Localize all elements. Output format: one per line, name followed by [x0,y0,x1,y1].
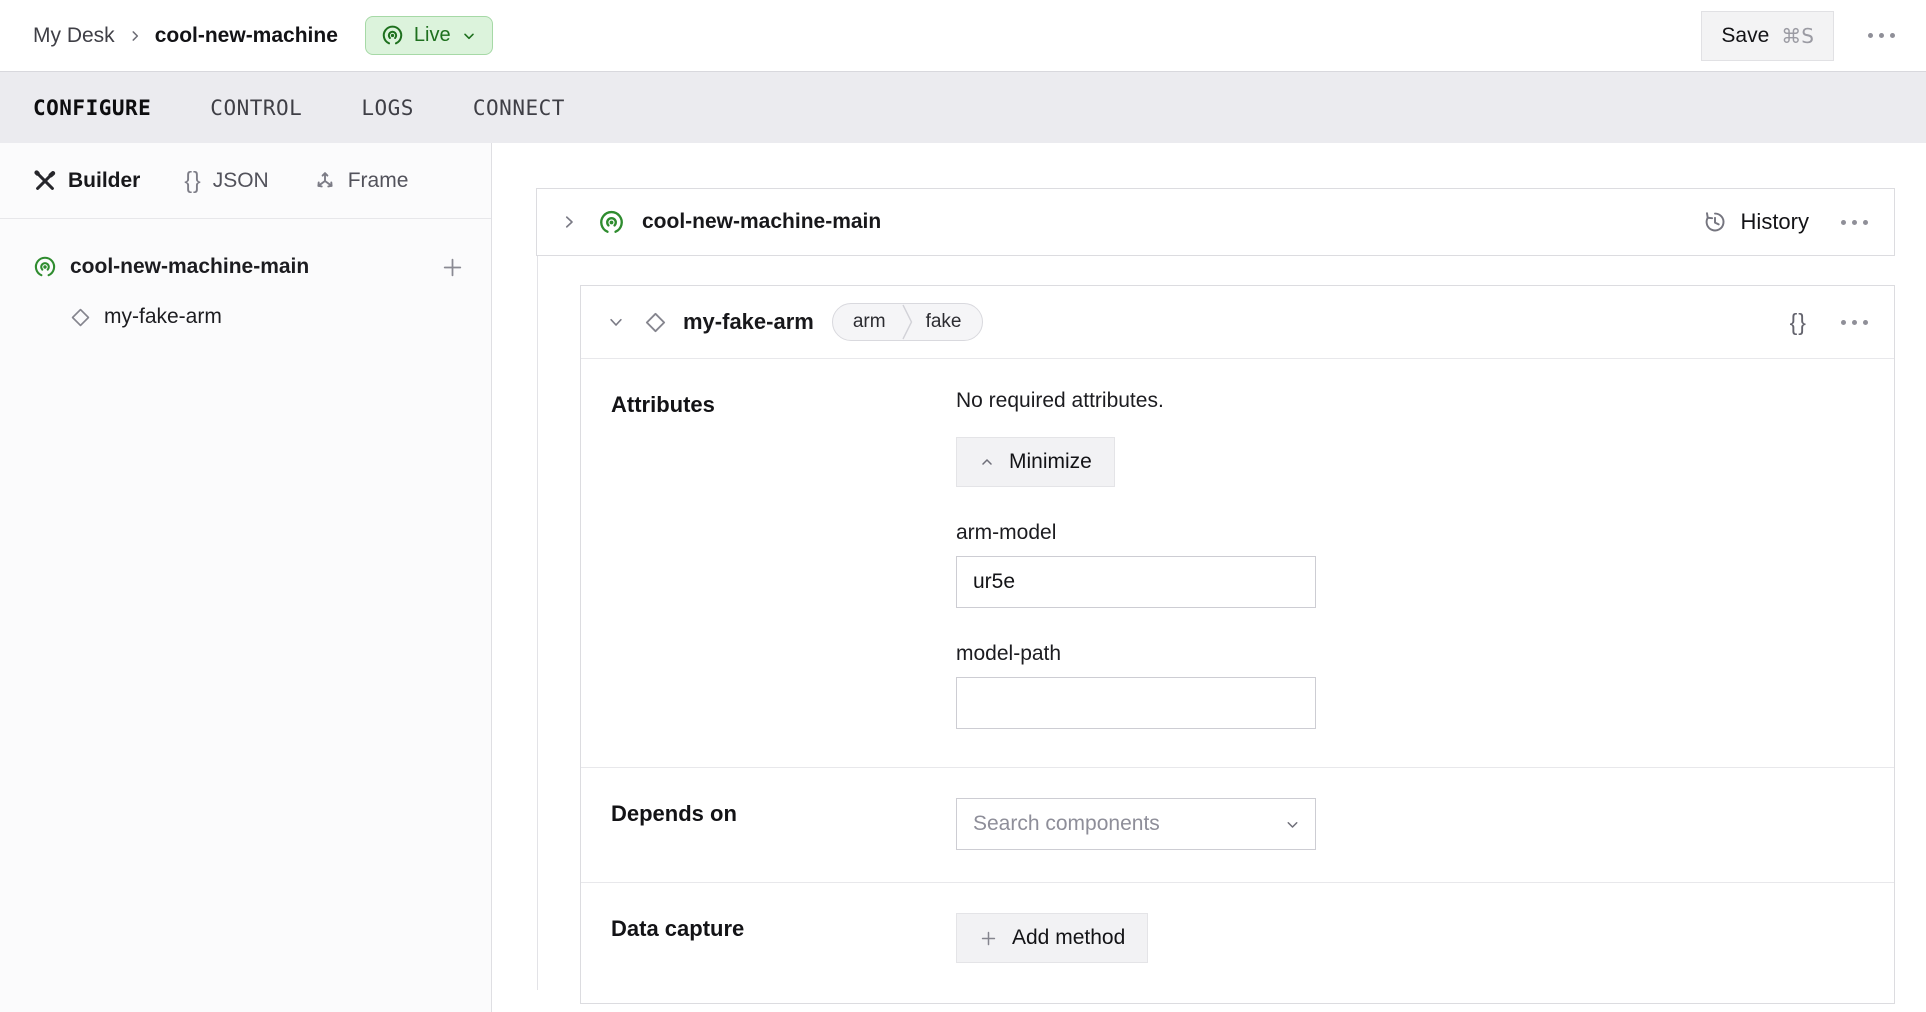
field-arm-model: arm-model [956,521,1864,608]
tab-connect[interactable]: CONNECT [473,96,565,120]
tab-configure[interactable]: CONFIGURE [33,96,151,120]
attributes-section: Attributes No required attributes. Minim… [581,359,1894,767]
view-tab-frame[interactable]: Frame [313,169,409,193]
machine-config-page: My Desk cool-new-machine Live Save [0,0,1926,1012]
viam-live-icon [381,24,404,47]
breadcrumb: My Desk cool-new-machine [33,24,338,48]
view-tab-builder-label: Builder [68,169,140,193]
braces-icon: {} [184,167,201,194]
tree-item-machine-part-label: cool-new-machine-main [70,255,309,279]
view-tab-builder[interactable]: Builder [33,169,140,193]
tools-icon [33,169,57,193]
status-chevron-down-icon [461,28,477,44]
badge-divider-chevron-icon [902,304,913,340]
minimize-button[interactable]: Minimize [956,437,1115,487]
view-tab-json-label: JSON [213,169,269,193]
depends-on-heading: Depends on [611,798,956,850]
arm-model-label: arm-model [956,521,1864,545]
save-button[interactable]: Save ⌘S [1701,11,1834,61]
breadcrumb-current: cool-new-machine [155,24,338,48]
config-sidebar: Builder {} JSON Frame [0,143,492,1012]
add-method-button[interactable]: Add method [956,913,1148,963]
component-model-badge: fake [913,311,982,333]
history-clock-icon [1702,209,1728,235]
arm-model-input[interactable] [956,556,1316,608]
depends-on-section: Depends on Search components [581,767,1894,882]
machine-part-card: cool-new-machine-main History [536,188,1895,256]
field-model-path: model-path [956,642,1864,729]
view-tab-json[interactable]: {} JSON [184,167,268,194]
model-path-input[interactable] [956,677,1316,729]
frame-axes-icon [313,169,337,193]
component-card-my-fake-arm: my-fake-arm arm fake {} Attr [580,285,1895,1004]
component-tree: cool-new-machine-main my-fake-arm [0,219,491,342]
primary-tabbar: CONFIGURE CONTROL LOGS CONNECT [0,71,1926,143]
breadcrumb-chevron-icon [128,29,142,43]
depends-on-placeholder: Search components [973,812,1160,836]
add-method-button-label: Add method [1012,926,1125,950]
select-chevron-down-icon [1284,816,1301,833]
machine-part-title: cool-new-machine-main [642,210,881,234]
sidebar-view-switcher: Builder {} JSON Frame [0,143,491,219]
no-required-attributes-text: No required attributes. [956,389,1864,413]
edit-json-icon[interactable]: {} [1790,309,1807,336]
config-main-panel: cool-new-machine-main History [492,143,1926,1012]
save-button-label: Save [1721,24,1769,48]
header-overflow-menu-icon[interactable] [1868,33,1895,38]
minimize-button-label: Minimize [1009,450,1092,474]
view-tab-frame-label: Frame [348,169,409,193]
tab-control[interactable]: CONTROL [210,96,302,120]
model-path-label: model-path [956,642,1864,666]
save-shortcut-hint: ⌘S [1781,24,1814,48]
plus-icon [979,929,998,948]
tree-item-machine-part[interactable]: cool-new-machine-main [0,242,491,292]
component-type-model-badge: arm fake [832,303,983,341]
add-component-button[interactable] [440,255,465,280]
tree-connector-line [537,256,538,990]
machine-status-dropdown[interactable]: Live [365,16,493,55]
header-actions: Save ⌘S [1701,11,1895,61]
machine-card-menu-icon[interactable] [1841,220,1868,225]
history-button[interactable]: History [1702,209,1809,235]
component-card-header: my-fake-arm arm fake {} [581,286,1894,359]
depends-on-search-select[interactable]: Search components [956,798,1316,850]
component-title: my-fake-arm [683,309,814,335]
component-diamond-icon [644,311,667,334]
tree-item-my-fake-arm[interactable]: my-fake-arm [0,292,491,342]
expand-chevron-right-icon[interactable] [560,213,578,231]
machine-status-label: Live [414,24,451,47]
tree-item-my-fake-arm-label: my-fake-arm [104,305,222,329]
component-card-menu-icon[interactable] [1841,320,1868,325]
history-button-label: History [1741,209,1809,235]
chevron-up-icon [979,454,995,470]
component-type-badge: arm [833,311,902,333]
data-capture-section: Data capture Add method [581,882,1894,1003]
tab-logs[interactable]: LOGS [361,96,414,120]
collapse-chevron-down-icon[interactable] [607,313,625,331]
viam-machine-icon [598,209,625,236]
viam-machine-icon [33,255,57,279]
breadcrumb-parent-link[interactable]: My Desk [33,24,115,48]
component-diamond-icon [70,307,91,328]
data-capture-heading: Data capture [611,913,956,963]
attributes-heading: Attributes [611,389,956,729]
top-header: My Desk cool-new-machine Live Save [0,0,1926,71]
